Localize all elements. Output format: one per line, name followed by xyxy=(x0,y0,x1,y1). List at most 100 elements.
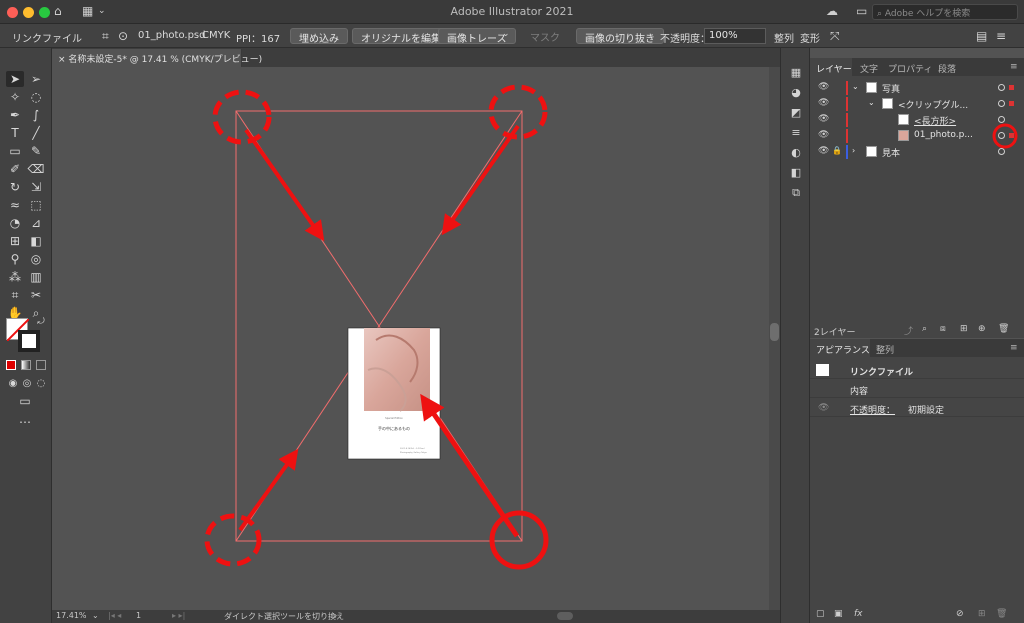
screen-mode-icon[interactable]: ▭ xyxy=(16,393,34,409)
swap-fill-stroke-icon[interactable]: ⤾ xyxy=(32,314,50,330)
horizontal-scrollbar-thumb[interactable] xyxy=(557,612,573,620)
rectangle-tool-icon[interactable]: ▭ xyxy=(6,143,24,159)
locate-object-icon[interactable]: ⌕ xyxy=(922,324,927,334)
pen-tool-icon[interactable]: ✒ xyxy=(6,107,24,123)
contents-label[interactable]: 内容 xyxy=(850,384,868,397)
arrange-icon[interactable]: ▤ xyxy=(976,29,987,43)
chevron-right-icon[interactable]: › xyxy=(852,146,855,155)
opacity-field[interactable]: 100% xyxy=(704,28,766,44)
more-tools-icon[interactable]: ⋯ xyxy=(16,414,34,430)
chevron-down-icon[interactable]: ⌄ xyxy=(868,98,875,107)
new-layer-icon[interactable]: ⊕ xyxy=(978,324,986,334)
layer-name[interactable]: <クリップグル... xyxy=(898,98,968,111)
link-target-icon[interactable]: ⊙ xyxy=(118,29,128,43)
tab-paragraph[interactable]: 段落 xyxy=(938,62,956,75)
magic-wand-tool-icon[interactable]: ✧ xyxy=(6,89,24,105)
delete-layer-icon[interactable]: 🗑 xyxy=(998,324,1009,334)
selection-tool-icon[interactable]: ➤ xyxy=(6,71,24,87)
help-search-input[interactable]: ⌕ Adobe ヘルプを検索 xyxy=(872,4,1018,20)
chevron-down-icon[interactable]: ⌄ xyxy=(502,29,510,39)
home-icon[interactable]: ⌂ xyxy=(54,4,62,18)
lasso-tool-icon[interactable]: ◌ xyxy=(27,89,45,105)
mesh-tool-icon[interactable]: ⊞ xyxy=(6,233,24,249)
collect-export-icon[interactable]: ⤴ xyxy=(904,324,913,337)
close-window-button[interactable] xyxy=(7,7,18,18)
canvas[interactable]: Special Edition 手の中にあるもの 2021.4.16(Fri) … xyxy=(52,67,769,610)
color-mode-icon[interactable] xyxy=(6,360,16,370)
add-effect-icon[interactable]: fx xyxy=(854,609,863,619)
symbols-icon[interactable]: ⧉ xyxy=(789,186,803,200)
layer-row[interactable]: 👁 01_photo.p... xyxy=(810,123,1024,149)
chevron-right-icon[interactable]: › xyxy=(334,611,337,620)
gradient-tool-icon[interactable]: ◧ xyxy=(27,233,45,249)
transform-icon[interactable]: ⤧ xyxy=(830,29,840,44)
delete-item-icon[interactable]: 🗑 xyxy=(996,609,1007,619)
gradient-icon[interactable]: ◧ xyxy=(789,166,803,180)
transparency-icon[interactable]: ◐ xyxy=(789,146,803,160)
layer-name[interactable]: 01_photo.p... xyxy=(914,130,973,140)
first-artboard-icon[interactable]: |◂ ◂ xyxy=(108,611,121,620)
align-link[interactable]: 整列 xyxy=(774,30,794,45)
crop-image-button[interactable]: 画像の切り抜き xyxy=(576,28,664,45)
transform-link[interactable]: 変形 xyxy=(800,30,820,45)
opacity-label[interactable]: 不透明度： xyxy=(850,403,895,416)
line-tool-icon[interactable]: ╱ xyxy=(27,125,45,141)
none-mode-icon[interactable] xyxy=(36,360,46,370)
add-fill-icon[interactable]: ▣ xyxy=(834,609,843,619)
target-circle-icon[interactable] xyxy=(998,100,1005,107)
close-icon[interactable]: × xyxy=(58,55,68,65)
width-tool-icon[interactable]: ≈ xyxy=(6,197,24,213)
duplicate-item-icon[interactable]: ⊞ xyxy=(978,609,986,619)
slice-tool-icon[interactable]: ✂ xyxy=(27,287,45,303)
target-circle-icon[interactable] xyxy=(998,148,1005,155)
rotate-tool-icon[interactable]: ↻ xyxy=(6,179,24,195)
zoom-level[interactable]: 17.41% xyxy=(56,611,87,620)
layer-name[interactable]: 見本 xyxy=(882,146,900,159)
new-sublayer-icon[interactable]: ⊞ xyxy=(960,324,968,334)
visibility-eye-icon[interactable]: 👁 xyxy=(818,114,829,124)
tab-properties[interactable]: プロパティ xyxy=(888,62,932,75)
target-circle-icon[interactable] xyxy=(998,84,1005,91)
gradient-mode-icon[interactable] xyxy=(21,360,31,370)
perspective-grid-tool-icon[interactable]: ⊿ xyxy=(27,215,45,231)
scrollbar-thumb[interactable] xyxy=(770,323,779,341)
visibility-eye-icon[interactable]: 👁 xyxy=(818,130,829,140)
panel-toggle-icon[interactable]: ▭ xyxy=(856,4,867,18)
curvature-tool-icon[interactable]: ∫ xyxy=(27,107,45,123)
appearance-opacity-row[interactable]: 👁 不透明度： 初期設定 xyxy=(810,399,1024,417)
clear-appearance-icon[interactable]: ⊘ xyxy=(956,609,964,619)
eyedropper-tool-icon[interactable]: ⚲ xyxy=(6,251,24,267)
visibility-eye-icon[interactable]: 👁 xyxy=(818,82,829,92)
stroke-swatch[interactable] xyxy=(18,330,40,352)
sync-icon[interactable]: ☁ xyxy=(826,4,838,18)
layer-row[interactable]: 👁 ⌄ <クリップグル... xyxy=(810,96,1024,112)
visibility-eye-icon[interactable]: 👁 xyxy=(818,403,829,413)
stroke-icon[interactable]: ≡ xyxy=(789,126,803,140)
tab-character[interactable]: 文字 xyxy=(860,62,878,75)
linked-file-name[interactable]: 01_photo.psd xyxy=(138,30,205,41)
graph-tool-icon[interactable]: ▥ xyxy=(27,269,45,285)
tab-align[interactable]: 整列 xyxy=(876,343,894,356)
embed-button[interactable]: 埋め込み xyxy=(290,28,348,45)
color-guide-icon[interactable]: ◕ xyxy=(789,86,803,100)
panel-menu-icon[interactable]: ≡ xyxy=(1010,62,1018,72)
menu-icon[interactable]: ≡ xyxy=(996,29,1006,43)
layer-row[interactable]: 👁 ⌄ 写真 xyxy=(810,80,1024,96)
chevron-down-icon[interactable]: ⌄ xyxy=(98,6,106,16)
minimize-window-button[interactable] xyxy=(23,7,34,18)
vertical-scrollbar[interactable] xyxy=(769,67,780,610)
add-stroke-icon[interactable]: ▢ xyxy=(816,609,825,619)
eraser-tool-icon[interactable]: ⌫ xyxy=(27,161,45,177)
edit-original-button[interactable]: オリジナルを編集 xyxy=(352,28,450,45)
visibility-eye-icon[interactable]: 👁 xyxy=(818,98,829,108)
next-artboard-icon[interactable]: ▸ ▸| xyxy=(172,611,185,620)
symbol-sprayer-tool-icon[interactable]: ⁂ xyxy=(6,269,24,285)
layer-name[interactable]: 写真 xyxy=(882,82,900,95)
shaper-tool-icon[interactable]: ✐ xyxy=(6,161,24,177)
layer-name[interactable]: <長方形> xyxy=(914,114,956,127)
zoom-window-button[interactable] xyxy=(39,7,50,18)
blend-tool-icon[interactable]: ◎ xyxy=(27,251,45,267)
scale-tool-icon[interactable]: ⇲ xyxy=(27,179,45,195)
shape-builder-tool-icon[interactable]: ◔ xyxy=(6,215,24,231)
direct-selection-tool-icon[interactable]: ➢ xyxy=(27,71,45,87)
